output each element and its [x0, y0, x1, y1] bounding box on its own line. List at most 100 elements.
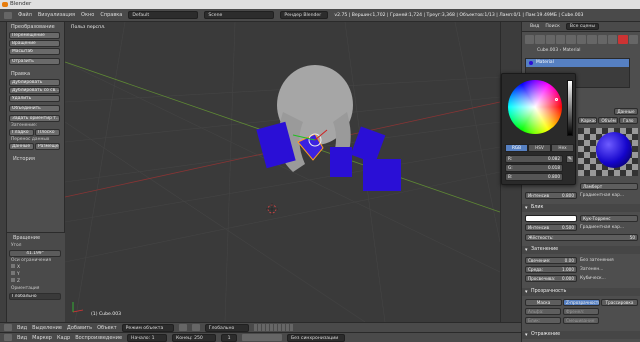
- 3d-cursor-icon[interactable]: [266, 203, 278, 215]
- menu-object[interactable]: Объект: [97, 325, 117, 331]
- outliner-view-menu[interactable]: Вид: [530, 24, 539, 29]
- duplicate-button[interactable]: Дублировать: [9, 79, 60, 86]
- color-mode-tabs[interactable]: RGB HSV Hex: [505, 144, 574, 152]
- axis-z-checkbox[interactable]: Z: [7, 278, 65, 285]
- ambient-field[interactable]: Среда: 1.000: [525, 266, 577, 273]
- current-frame-field[interactable]: 1: [221, 333, 238, 342]
- diffuse-shader-dropdown[interactable]: Ламберт: [580, 183, 638, 190]
- timeline-menu-playback[interactable]: Воспроизведение: [75, 335, 122, 341]
- specular-ramp-checkbox[interactable]: Градиентная кар...: [580, 224, 637, 231]
- end-frame-field[interactable]: Конец: 250: [172, 333, 217, 342]
- rgb-tab[interactable]: RGB: [505, 144, 528, 152]
- alpha-field[interactable]: Альфа:: [525, 308, 561, 315]
- shading-mode-icon[interactable]: [178, 324, 187, 331]
- tangent-shading-checkbox[interactable]: Затенен...: [580, 266, 637, 273]
- editor-type-3d-icon[interactable]: [4, 324, 12, 331]
- tab-wire[interactable]: Каркас: [578, 117, 598, 124]
- cubic-interpolation-checkbox[interactable]: Кубическ...: [580, 275, 637, 282]
- menu-select[interactable]: Выделение: [32, 325, 62, 331]
- delete-button[interactable]: Удалить: [9, 95, 60, 102]
- editor-type-timeline-icon[interactable]: [4, 334, 12, 341]
- translate-button[interactable]: Перемещение: [9, 32, 60, 39]
- green-field[interactable]: G: 0.018: [505, 164, 563, 172]
- scale-button[interactable]: Масштаб: [9, 48, 60, 55]
- tab-halo[interactable]: Гало: [618, 117, 638, 124]
- shade-smooth-button[interactable]: Гладко: [9, 129, 34, 136]
- tab-volume[interactable]: Объём: [598, 117, 618, 124]
- timeline-menu-marker[interactable]: Маркер: [32, 335, 52, 341]
- outliner-search-menu[interactable]: Поиск: [545, 24, 560, 29]
- toolshelf-tabs[interactable]: [0, 22, 7, 322]
- material-tab-icon[interactable]: [618, 35, 628, 44]
- panel-history-header[interactable]: История: [7, 154, 64, 163]
- menu-help[interactable]: Справка: [100, 12, 122, 18]
- blue-field[interactable]: B: 0.800: [505, 173, 563, 181]
- specular-color-swatch[interactable]: [525, 215, 577, 222]
- outliner-display-mode[interactable]: Все сцены: [565, 23, 599, 30]
- menu-add[interactable]: Добавить: [67, 325, 92, 331]
- hardness-field[interactable]: Жёсткость: 50: [525, 234, 638, 241]
- transparency-ztransp-button[interactable]: Z-прозрачность: [563, 299, 600, 306]
- material-type-tabs[interactable]: Каркас Объём Гало: [578, 117, 638, 125]
- rotate-button[interactable]: Вращение: [9, 40, 60, 47]
- scene-selector[interactable]: Scene: [204, 11, 275, 19]
- properties-context-tabs[interactable]: [525, 35, 638, 44]
- shade-flat-button[interactable]: Плоско: [35, 129, 60, 136]
- fresnel-field[interactable]: Френел:: [563, 308, 599, 315]
- timeline-menu-view[interactable]: Вид: [17, 335, 27, 341]
- material-slot-item[interactable]: Material: [526, 59, 629, 67]
- panel-edit-header[interactable]: Правка: [7, 69, 64, 78]
- mirror-button[interactable]: Отразить: [9, 58, 60, 65]
- specular-panel-header[interactable]: Блик: [522, 204, 640, 212]
- playback-controls[interactable]: [242, 334, 283, 341]
- join-button[interactable]: Объединить: [9, 105, 60, 112]
- data-layout-button[interactable]: Размеще...: [35, 143, 60, 150]
- orientation-dropdown[interactable]: Глобально: [9, 293, 61, 300]
- duplicate-linked-button[interactable]: Дублировать со св...: [9, 87, 60, 94]
- panel-transform-header[interactable]: Преобразование: [7, 22, 64, 31]
- translucency-field[interactable]: Просвечива: 0.000: [525, 275, 577, 282]
- transparency-raytrace-button[interactable]: Трассировка: [601, 299, 638, 306]
- 3d-viewport[interactable]: Польз перспл. (1) Cube.003: [65, 22, 500, 322]
- editor-type-icon[interactable]: [4, 11, 12, 19]
- value-slider[interactable]: [567, 80, 573, 136]
- transparency-panel-header[interactable]: Прозрачность: [522, 288, 640, 296]
- operator-title[interactable]: Вращение: [7, 233, 65, 242]
- emit-field[interactable]: Свечение: 0.00: [525, 257, 577, 264]
- axis-y-checkbox[interactable]: Y: [7, 271, 65, 278]
- transparency-mode-tabs[interactable]: Маска Z-прозрачность Трассировка: [525, 299, 638, 306]
- diffuse-ramp-checkbox[interactable]: Градиентная кар...: [580, 192, 637, 199]
- hex-tab[interactable]: Hex: [551, 144, 574, 152]
- reflection-panel-header[interactable]: Отражение: [522, 331, 640, 339]
- eyedropper-icon[interactable]: ✎: [566, 155, 574, 163]
- viewport-canvas[interactable]: [65, 22, 500, 322]
- blend-field[interactable]: Смешивание:: [563, 317, 599, 324]
- sync-mode-selector[interactable]: Без синхронизации: [287, 333, 346, 342]
- diffuse-intensity-field[interactable]: Интенсив 0.800: [525, 192, 577, 199]
- menu-window[interactable]: Окно: [81, 12, 94, 18]
- timeline-menu-frame[interactable]: Кадр: [57, 335, 70, 341]
- transparency-mask-button[interactable]: Маска: [525, 299, 562, 306]
- mode-selector[interactable]: Режим объекта: [121, 323, 174, 332]
- transform-orientation-selector[interactable]: Глобально: [204, 323, 249, 332]
- color-picker-popup[interactable]: RGB HSV Hex R: 0.082 G: 0.018 B: 0.800 ✎: [501, 73, 576, 185]
- shading-panel-header[interactable]: Затенение: [522, 246, 640, 254]
- specular-intensity-field[interactable]: Интенсив 0.500: [525, 224, 577, 231]
- color-wheel[interactable]: [508, 80, 562, 134]
- shadeless-checkbox[interactable]: Без затенения: [580, 257, 637, 264]
- specular-shader-dropdown[interactable]: Кук-Торренс: [580, 215, 638, 222]
- layers-widget[interactable]: [253, 324, 294, 331]
- layout-selector[interactable]: Default: [128, 11, 199, 19]
- data-transfer-button[interactable]: Данные: [9, 143, 34, 150]
- hsv-tab[interactable]: HSV: [528, 144, 551, 152]
- menu-render[interactable]: Визуализация: [38, 12, 75, 18]
- axis-x-checkbox[interactable]: X: [7, 264, 65, 271]
- red-field[interactable]: R: 0.082: [505, 155, 563, 163]
- specular-alpha-field[interactable]: Блик:: [525, 317, 561, 324]
- menu-view[interactable]: Вид: [17, 325, 27, 331]
- render-engine-selector[interactable]: Рендер Blender: [280, 11, 329, 19]
- start-frame-field[interactable]: Начало: 1: [127, 333, 168, 342]
- data-dropdown[interactable]: Данные: [614, 108, 638, 115]
- pivot-point-icon[interactable]: [191, 324, 200, 331]
- angle-field[interactable]: 41.199°: [9, 250, 61, 257]
